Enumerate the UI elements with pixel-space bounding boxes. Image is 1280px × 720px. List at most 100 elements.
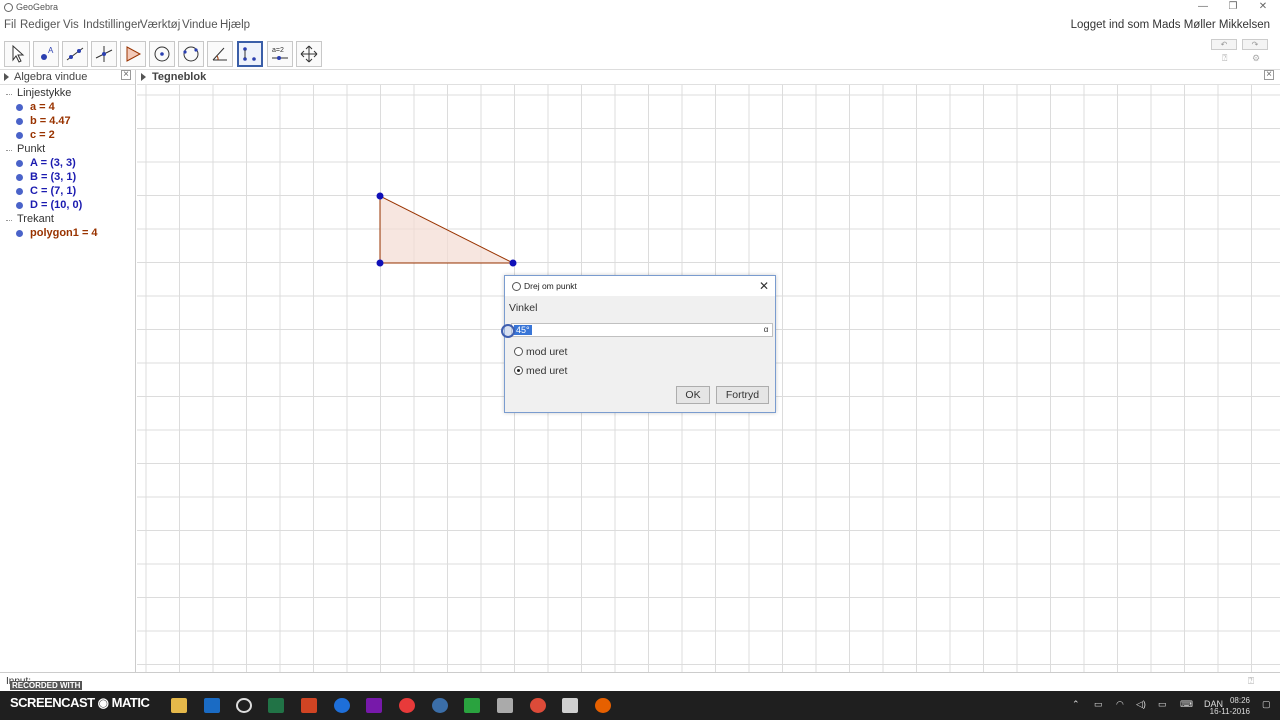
volume-icon[interactable]: ◁) — [1136, 699, 1146, 710]
point-a[interactable] — [376, 192, 384, 200]
point-icon: A — [41, 46, 54, 60]
list-item[interactable]: A = (3, 3) — [0, 157, 136, 171]
visibility-dot-icon[interactable] — [16, 132, 23, 139]
menu-fil[interactable]: Fil — [4, 19, 16, 31]
powerpoint-icon[interactable] — [301, 698, 317, 713]
browser-icon[interactable] — [334, 698, 350, 713]
menu-indstillinger[interactable]: Indstillinger — [83, 19, 141, 31]
group-punkt[interactable]: Punkt — [0, 143, 136, 157]
angle-input-value[interactable]: 45° — [514, 325, 532, 335]
restore-icon[interactable]: ❐ — [1218, 1, 1248, 12]
angle-field-label: Vinkel — [509, 302, 538, 314]
list-item[interactable]: polygon1 = 4 — [0, 227, 136, 241]
geogebra-logo-icon — [4, 3, 13, 12]
group-trekant[interactable]: Trekant — [0, 213, 136, 227]
battery-icon[interactable]: ▭ — [1158, 699, 1167, 710]
clock[interactable]: 08:26 16-11-2016 — [1210, 695, 1250, 717]
geogebra-taskbar-icon[interactable] — [236, 698, 252, 713]
slider-tool-button[interactable]: a=2 — [267, 41, 293, 67]
angle-icon — [212, 47, 227, 61]
radio-counterclockwise[interactable]: mod uret — [514, 346, 567, 358]
visibility-dot-icon[interactable] — [16, 230, 23, 237]
cancel-button[interactable]: Fortryd — [716, 386, 769, 404]
notifications-icon[interactable]: ▢ — [1262, 699, 1271, 710]
keyboard-icon[interactable]: ⌨ — [1180, 699, 1193, 710]
close-algebra-icon[interactable]: × — [121, 70, 131, 80]
radio-icon[interactable] — [514, 347, 523, 356]
list-item[interactable]: a = 4 — [0, 101, 136, 115]
alpha-symbol-button[interactable]: α — [761, 325, 771, 335]
angle-input[interactable]: 45° α — [511, 323, 773, 337]
radio-clockwise[interactable]: med uret — [514, 365, 567, 377]
recorded-with-watermark: RECORDED WITH — [10, 681, 83, 690]
list-item[interactable]: B = (3, 1) — [0, 171, 136, 185]
wifi-icon[interactable]: ◠ — [1116, 699, 1124, 710]
close-graphics-icon[interactable]: × — [1264, 70, 1274, 80]
angle-tool-button[interactable] — [207, 41, 233, 67]
algebra-tree: Linjestykke a = 4 b = 4.47 c = 2 Punkt A… — [0, 87, 136, 241]
undo-button[interactable]: ↶ — [1211, 39, 1237, 50]
line-tool-button[interactable] — [62, 41, 88, 67]
minimize-icon[interactable]: — — [1188, 1, 1218, 12]
circle-tool-button[interactable] — [149, 41, 175, 67]
login-status[interactable]: Logget ind som Mads Møller Mikkelsen — [1071, 19, 1270, 31]
visibility-dot-icon[interactable] — [16, 188, 23, 195]
dialog-title-bar[interactable]: Drej om punkt ✕ — [505, 276, 775, 296]
input-help-icon[interactable]: ⍰ — [1248, 676, 1254, 687]
dialog-close-icon[interactable]: ✕ — [759, 279, 769, 293]
network-app-icon[interactable] — [497, 698, 513, 713]
redo-button[interactable]: ↷ — [1242, 39, 1268, 50]
visibility-dot-icon[interactable] — [16, 202, 23, 209]
svg-text:A: A — [48, 46, 54, 55]
file-explorer-icon[interactable] — [171, 698, 187, 713]
close-icon[interactable]: ✕ — [1248, 1, 1278, 12]
line-icon — [66, 47, 84, 61]
move-tool-button[interactable] — [4, 41, 30, 67]
title-bar: GeoGebra — ❐ ✕ — [0, 0, 1280, 16]
visibility-dot-icon[interactable] — [16, 118, 23, 125]
tray-chevron-icon[interactable]: ⌃ — [1072, 699, 1080, 710]
visibility-dot-icon[interactable] — [16, 174, 23, 181]
tray-app-icon[interactable]: ▭ — [1094, 699, 1103, 710]
menu-hjaelp[interactable]: Hjælp — [220, 19, 250, 31]
spreadsheet-icon[interactable] — [464, 698, 480, 713]
notepad-icon[interactable] — [562, 698, 578, 713]
outlook-icon[interactable] — [204, 698, 220, 713]
visibility-dot-icon[interactable] — [16, 160, 23, 167]
rotate-dialog: Drej om punkt ✕ Vinkel 45° α mod uret me… — [504, 275, 776, 413]
list-item[interactable]: C = (7, 1) — [0, 185, 136, 199]
polygon-tool-button[interactable] — [120, 41, 146, 67]
menu-vaerktoej[interactable]: Værktøj — [140, 19, 180, 31]
perpendicular-tool-button[interactable] — [91, 41, 117, 67]
point-b[interactable] — [376, 259, 384, 267]
onenote-icon[interactable] — [366, 698, 382, 713]
move-graphics-tool-button[interactable] — [296, 41, 322, 67]
radio-checked-icon[interactable] — [514, 366, 523, 375]
collapse-triangle-icon[interactable] — [141, 73, 146, 81]
settings-gear-icon[interactable]: ⚙ — [1252, 53, 1260, 64]
circle-three-points-tool-button[interactable] — [178, 41, 204, 67]
app-icon[interactable] — [432, 698, 448, 713]
list-item[interactable]: c = 2 — [0, 129, 136, 143]
point-c[interactable] — [509, 259, 517, 267]
rotate-around-point-tool-button[interactable] — [237, 41, 263, 67]
firefox-icon[interactable] — [595, 698, 611, 713]
list-item[interactable]: D = (10, 0) — [0, 199, 136, 213]
input-bar[interactable]: Input: ⍰ — [0, 672, 1280, 690]
menu-rediger[interactable]: Rediger — [20, 19, 60, 31]
menu-vis[interactable]: Vis — [63, 19, 79, 31]
graphics-view-header: Tegneblok × — [137, 70, 1280, 85]
help-icon[interactable]: ⍰ — [1222, 53, 1227, 64]
group-linjestykke[interactable]: Linjestykke — [0, 87, 136, 101]
cursor-arrow-icon — [12, 44, 25, 63]
algebra-view: Algebra vindue × Linjestykke a = 4 b = 4… — [0, 70, 136, 672]
list-item[interactable]: b = 4.47 — [0, 115, 136, 129]
collapse-triangle-icon[interactable] — [4, 73, 9, 81]
media-icon[interactable] — [399, 698, 415, 713]
point-tool-button[interactable]: A — [33, 41, 59, 67]
chrome-icon[interactable] — [530, 698, 546, 713]
ok-button[interactable]: OK — [676, 386, 710, 404]
visibility-dot-icon[interactable] — [16, 104, 23, 111]
excel-icon[interactable] — [268, 698, 284, 713]
menu-vindue[interactable]: Vindue — [182, 19, 218, 31]
